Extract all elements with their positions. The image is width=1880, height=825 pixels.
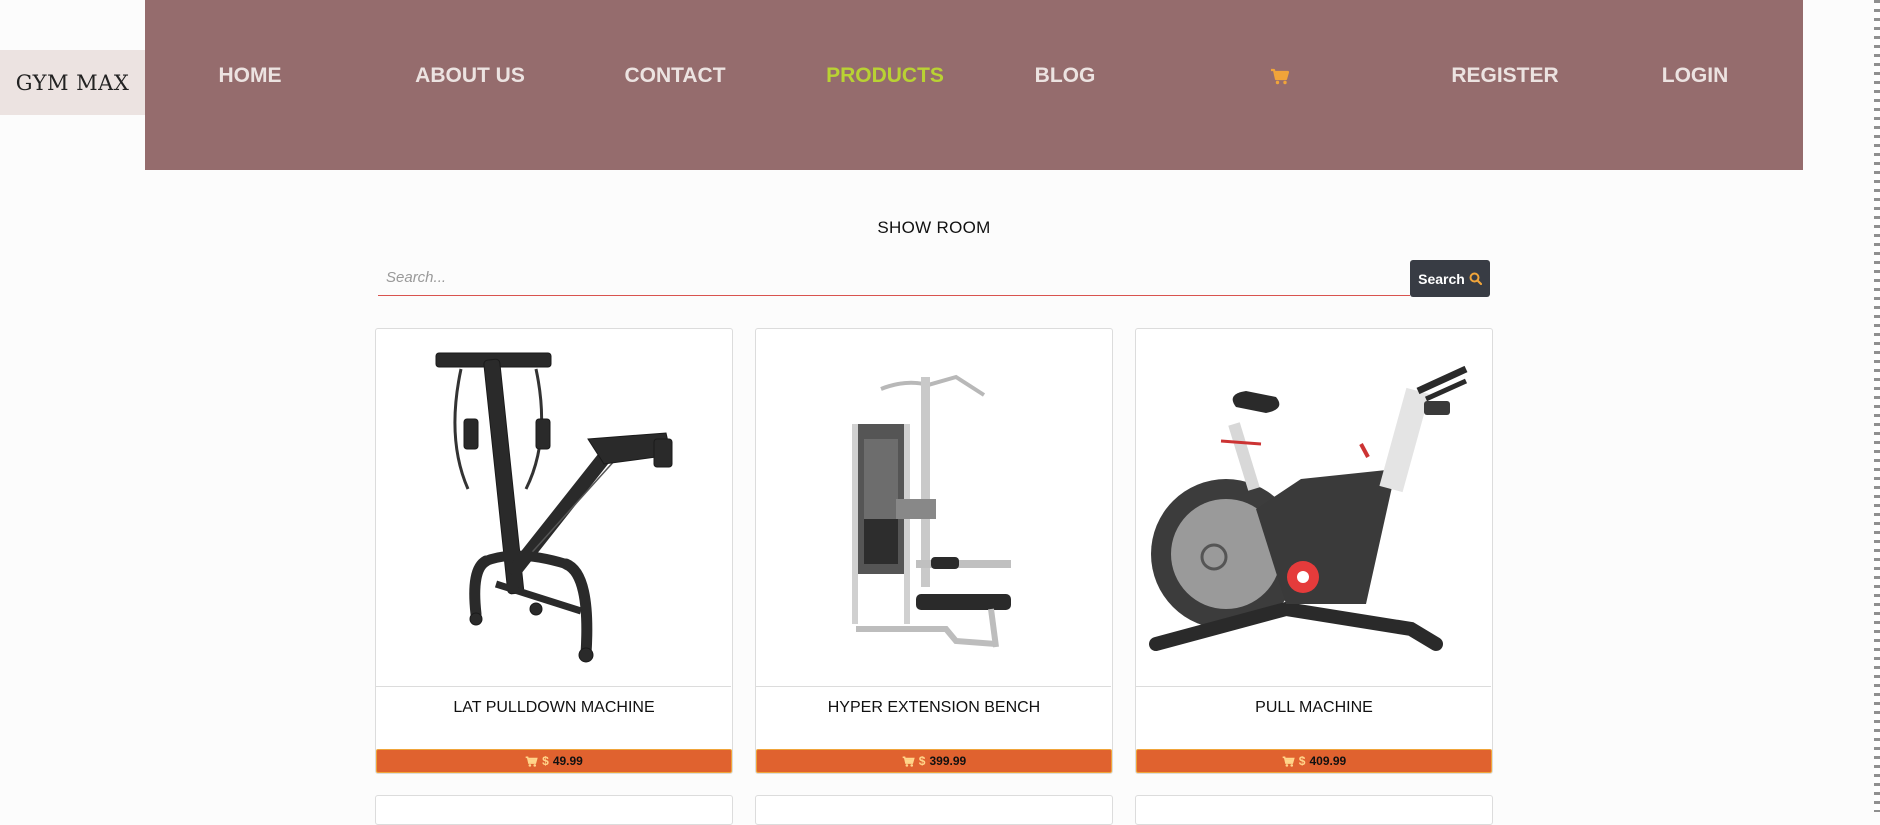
product-title[interactable]: LAT PULLDOWN MACHINE: [376, 699, 732, 717]
product-title[interactable]: HYPER EXTENSION BENCH: [756, 699, 1112, 717]
product-image-hyper-extension-bench[interactable]: [756, 329, 1111, 687]
add-to-cart-button[interactable]: $ 399.99: [756, 749, 1112, 773]
nav-home[interactable]: HOME: [195, 64, 305, 98]
nav-cart[interactable]: [1255, 64, 1305, 98]
nav-login[interactable]: LOGIN: [1635, 64, 1755, 98]
product-card[interactable]: [755, 795, 1113, 825]
add-to-cart-button[interactable]: $ 409.99: [1136, 749, 1492, 773]
search-button-label: Search: [1418, 270, 1465, 287]
price-value: 409.99: [1309, 754, 1347, 768]
nav-blog[interactable]: BLOG: [1015, 64, 1115, 98]
search-bar: Search: [378, 260, 1490, 297]
nav-contact[interactable]: CONTACT: [595, 64, 755, 98]
nav-register[interactable]: REGISTER: [1420, 64, 1590, 98]
nav-about-us[interactable]: ABOUT US: [385, 64, 555, 98]
product-card[interactable]: HYPER EXTENSION BENCH $ 399.99: [755, 328, 1113, 774]
cart-icon: [902, 756, 915, 767]
search-button[interactable]: Search: [1410, 260, 1490, 297]
product-card[interactable]: [1135, 795, 1493, 825]
section-title: SHOW ROOM: [877, 218, 991, 237]
price-value: 49.99: [552, 754, 583, 768]
cart-icon: [1270, 64, 1290, 87]
price-currency: $: [542, 754, 549, 768]
search-icon: [1469, 272, 1482, 285]
product-card[interactable]: LAT PULLDOWN MACHINE $ 49.99: [375, 328, 733, 774]
product-card[interactable]: [375, 795, 733, 825]
nav-products[interactable]: PRODUCTS: [800, 64, 970, 98]
product-image-lat-pulldown-machine[interactable]: [376, 329, 731, 687]
brand-logo[interactable]: GYM MAX: [0, 50, 145, 115]
price-currency: $: [1298, 754, 1306, 768]
top-navbar: HOME ABOUT US CONTACT PRODUCTS BLOG REGI…: [145, 0, 1803, 170]
product-card[interactable]: PULL MACHINE $ 409.99: [1135, 328, 1493, 774]
price-currency: $: [918, 754, 926, 768]
product-title[interactable]: PULL MACHINE: [1136, 699, 1492, 717]
cart-icon: [525, 756, 538, 767]
price-value: 399.99: [929, 754, 967, 768]
add-to-cart-button[interactable]: $ 49.99: [376, 749, 732, 773]
window-edge: [1874, 0, 1880, 812]
search-input[interactable]: [378, 260, 1410, 296]
product-image-pull-machine[interactable]: [1136, 329, 1491, 687]
cart-icon: [1282, 756, 1295, 767]
